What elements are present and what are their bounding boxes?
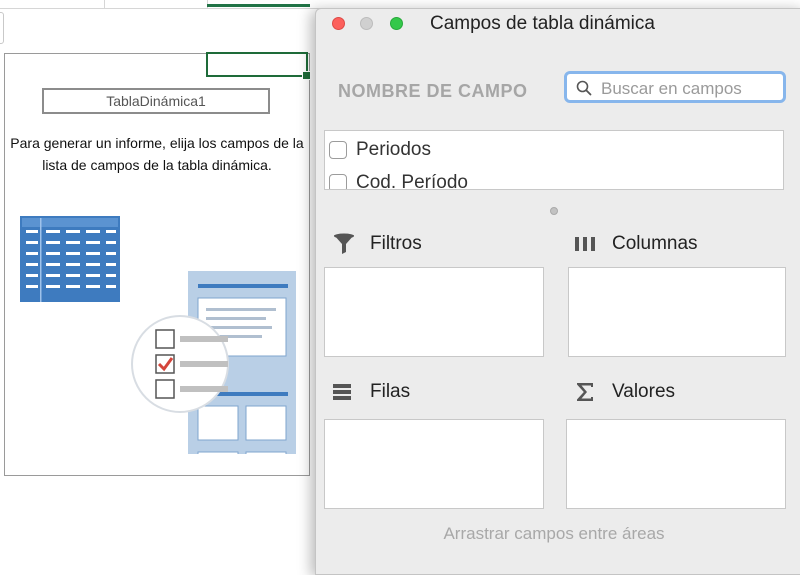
columns-label: Columnas [612,233,698,254]
filters-drop-area[interactable] [324,267,544,357]
sigma-icon [574,382,602,402]
field-label: Periodos [356,139,431,160]
sheet-grid-top [0,0,330,9]
pivot-instructions: Para generar un informe, elija los campo… [10,135,304,173]
filters-label: Filtros [370,233,422,254]
values-label: Valores [612,381,676,402]
field-item[interactable]: Cod. Período [329,171,468,190]
rows-icon [332,382,360,402]
search-input[interactable] [599,76,783,102]
columns-drop-area[interactable] [568,267,786,357]
close-button[interactable] [332,17,345,30]
field-list[interactable]: Periodos Cod. Período [324,130,784,190]
panel-titlebar[interactable]: Campos de tabla dinámica [316,9,800,43]
filters-area-label: Filtros [332,233,422,255]
source-table-graphic [20,216,120,302]
panel-splitter[interactable] [550,207,558,215]
pivot-fields-panel: Campos de tabla dinámica NOMBRE DE CAMPO… [315,8,800,575]
selected-cell[interactable] [206,52,311,80]
active-column-indicator [207,4,310,7]
field-search[interactable] [564,71,786,103]
field-name-header: NOMBRE DE CAMPO [338,81,528,101]
name-box-edge[interactable] [0,12,4,44]
values-area-label: Valores [574,381,675,403]
checklist-graphic [131,315,229,413]
rows-drop-area[interactable] [324,419,544,509]
rows-area-label: Filas [332,381,410,403]
field-label: Cod. Período [356,172,468,190]
minimize-button[interactable] [360,17,373,30]
zoom-button[interactable] [390,17,403,30]
rows-label: Filas [370,381,411,402]
panel-title: Campos de tabla dinámica [430,13,655,34]
pivot-illustration [20,216,296,454]
pivot-table-name: TablaDinámica1 [42,88,270,114]
field-checkbox[interactable] [329,174,347,189]
drag-hint: Arrastrar campos entre áreas [443,524,665,543]
columns-area-label: Columnas [574,233,698,255]
fill-handle[interactable] [302,71,311,80]
filter-icon [332,233,360,254]
values-drop-area[interactable] [566,419,786,509]
search-icon [576,80,592,96]
grid-line [104,0,105,8]
pivot-table-placeholder[interactable]: TablaDinámica1 Para generar un informe, … [4,53,310,476]
field-item[interactable]: Periodos [329,138,431,162]
field-checkbox[interactable] [329,141,347,159]
columns-icon [574,234,602,254]
